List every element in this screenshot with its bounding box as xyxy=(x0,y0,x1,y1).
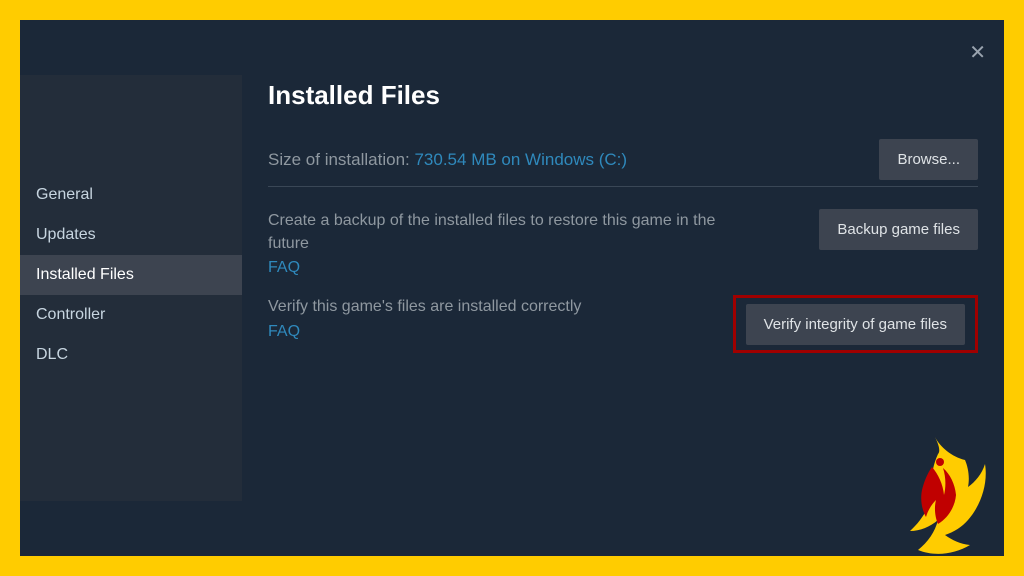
verify-faq-link[interactable]: FAQ xyxy=(268,323,581,341)
sidebar-item-label: Installed Files xyxy=(36,266,134,283)
close-button[interactable]: ✕ xyxy=(969,40,986,65)
verify-row: Verify this game's files are installed c… xyxy=(268,277,978,353)
backup-faq-link[interactable]: FAQ xyxy=(268,259,748,277)
sidebar-item-dlc[interactable]: DLC xyxy=(20,335,242,375)
backup-row: Create a backup of the installed files t… xyxy=(268,187,978,277)
main-panel: Installed Files Size of installation: 73… xyxy=(242,20,1004,556)
properties-window: ✕ General Updates Installed Files Contro… xyxy=(20,20,1004,556)
install-size-row: Size of installation: 730.54 MB on Windo… xyxy=(268,139,978,180)
sidebar-item-general[interactable]: General xyxy=(20,175,242,215)
verify-highlight-annotation: Verify integrity of game files xyxy=(733,295,978,353)
browse-button[interactable]: Browse... xyxy=(879,139,978,180)
sidebar-item-controller[interactable]: Controller xyxy=(20,295,242,335)
backup-button[interactable]: Backup game files xyxy=(819,209,978,250)
sidebar: General Updates Installed Files Controll… xyxy=(20,75,242,501)
sidebar-item-label: DLC xyxy=(36,346,68,363)
sidebar-item-label: Updates xyxy=(36,226,96,243)
verify-description: Verify this game's files are installed c… xyxy=(268,295,581,318)
close-icon: ✕ xyxy=(969,42,986,64)
sidebar-item-updates[interactable]: Updates xyxy=(20,215,242,255)
verify-button[interactable]: Verify integrity of game files xyxy=(746,304,965,345)
backup-description: Create a backup of the installed files t… xyxy=(268,209,748,255)
sidebar-item-installed-files[interactable]: Installed Files xyxy=(20,255,242,295)
content: Size of installation: 730.54 MB on Windo… xyxy=(242,139,1004,353)
sidebar-item-label: Controller xyxy=(36,306,105,323)
sidebar-item-label: General xyxy=(36,186,93,203)
install-size-label: Size of installation: 730.54 MB on Windo… xyxy=(268,150,627,170)
install-size-value: 730.54 MB on Windows (C:) xyxy=(414,150,627,169)
page-title: Installed Files xyxy=(242,20,1004,139)
